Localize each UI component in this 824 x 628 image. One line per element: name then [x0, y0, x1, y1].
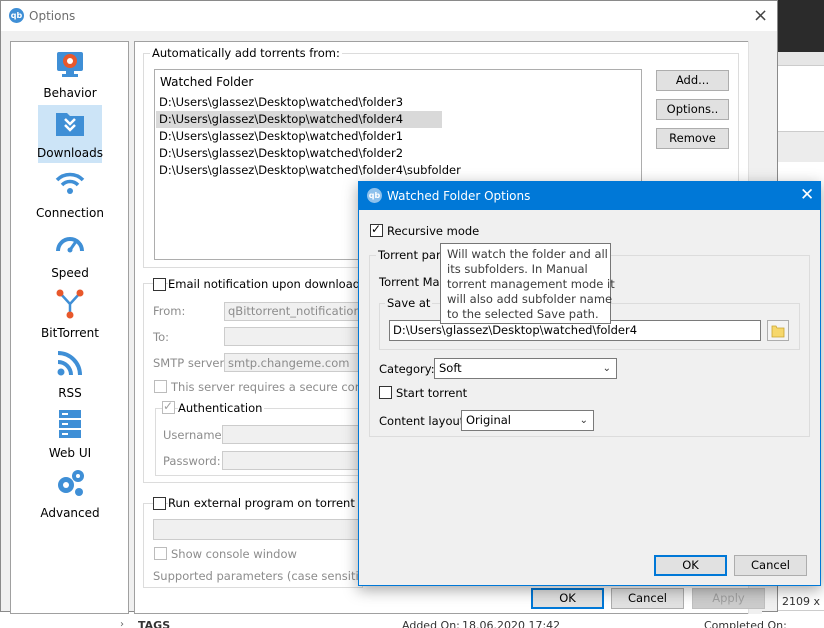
- qbittorrent-logo-icon: qb: [9, 8, 24, 23]
- password-field[interactable]: [222, 451, 362, 470]
- sidebar-item-label: Web UI: [48, 446, 92, 460]
- smtp-server-value: smtp.changeme.com: [228, 356, 350, 370]
- added-on-label: Added On:: [402, 619, 460, 628]
- sidebar-item-label: Speed: [51, 266, 89, 280]
- window-title: Options: [29, 9, 76, 23]
- ok-button[interactable]: OK: [531, 588, 604, 609]
- dialog-ok-button[interactable]: OK: [654, 555, 727, 576]
- dialog-title: Watched Folder Options: [387, 189, 531, 203]
- secure-connection-checkbox[interactable]: [154, 380, 167, 393]
- sidebar-item-label: Advanced: [40, 506, 100, 520]
- category-value: Soft: [439, 361, 462, 375]
- recursive-mode-checkbox[interactable]: [370, 222, 383, 237]
- background-size-text: 2109 x 2: [782, 595, 824, 608]
- list-item[interactable]: D:\Users\glassez\Desktop\watched\folder3: [156, 94, 442, 111]
- tooltip-line: will also add subfolder name: [447, 292, 613, 306]
- tooltip-line: its subfolders. In Manual: [447, 262, 588, 276]
- category-select[interactable]: Soft ⌄: [434, 358, 617, 379]
- save-path-value: D:\Users\glassez\Desktop\watched\folder4: [393, 323, 638, 337]
- background-band: [778, 52, 824, 66]
- sidebar-item-bittorrent[interactable]: BitTorrent: [12, 284, 128, 344]
- watched-folder-options-dialog: qb Watched Folder Options ✕ Recursive mo…: [358, 181, 821, 586]
- sidebar-item-label: Downloads: [37, 146, 103, 160]
- chevron-down-icon: ⌄: [602, 363, 611, 374]
- external-program-field[interactable]: [153, 519, 363, 540]
- dialog-close-icon[interactable]: ✕: [800, 185, 814, 205]
- watched-folder-header: Watched Folder: [160, 75, 254, 89]
- options-sidebar: Behavior Downloads Connection Speed BitT…: [10, 41, 129, 614]
- sidebar-item-label: Connection: [36, 206, 104, 220]
- apply-button[interactable]: Apply: [692, 588, 765, 609]
- show-console-checkbox[interactable]: [154, 547, 167, 560]
- supported-params-label: Supported parameters (case sensitive):: [153, 569, 381, 583]
- behavior-monitor-icon: [57, 52, 83, 77]
- list-item-selected[interactable]: D:\Users\glassez\Desktop\watched\folder4: [156, 111, 442, 128]
- options-button[interactable]: Options..: [656, 99, 729, 120]
- background-grey: [778, 132, 824, 162]
- tags-chevron-icon: ›: [120, 619, 124, 628]
- background-panel: [778, 66, 824, 132]
- recursive-mode-tooltip: Will watch the folder and all its subfol…: [440, 243, 615, 324]
- list-item[interactable]: D:\Users\glassez\Desktop\watched\folder2: [156, 145, 442, 162]
- chevron-down-icon: ⌄: [579, 415, 588, 426]
- background-dark-header: [778, 0, 824, 52]
- sidebar-item-speed[interactable]: Speed: [12, 224, 128, 284]
- category-label: Category:: [379, 362, 435, 376]
- sidebar-item-connection[interactable]: Connection: [12, 164, 128, 224]
- dialog-title-bar: qb Watched Folder Options ✕: [359, 182, 820, 210]
- bittorrent-icon: [56, 289, 84, 319]
- list-item[interactable]: D:\Users\glassez\Desktop\watched\folder4…: [156, 162, 461, 179]
- start-torrent-label: Start torrent: [396, 386, 468, 400]
- email-notification-checkbox[interactable]: [153, 278, 166, 291]
- to-field[interactable]: [224, 327, 364, 346]
- auto-add-group-title: Automatically add torrents from:: [150, 46, 342, 60]
- content-layout-label: Content layout:: [379, 414, 469, 428]
- sidebar-item-label: BitTorrent: [41, 326, 99, 340]
- tooltip-line: torrent management mode it: [447, 277, 615, 291]
- speedometer-icon: [56, 237, 84, 253]
- sidebar-item-label: RSS: [58, 386, 82, 400]
- tags-label: TAGS: [138, 619, 171, 628]
- added-on-value: 18.06.2020 17:42: [462, 619, 561, 628]
- downloads-folder-icon: [56, 113, 84, 136]
- list-item[interactable]: D:\Users\glassez\Desktop\watched\folder1: [156, 128, 442, 145]
- remove-button[interactable]: Remove: [656, 128, 729, 149]
- add-button[interactable]: Add...: [656, 70, 729, 91]
- tooltip-line: to the selected Save path.: [447, 307, 599, 321]
- browse-folder-button[interactable]: [767, 320, 789, 341]
- cancel-button[interactable]: Cancel: [611, 588, 684, 609]
- completed-on-label: Completed On:: [704, 619, 787, 628]
- content-layout-select[interactable]: Original ⌄: [461, 410, 594, 431]
- folder-icon: [771, 325, 785, 338]
- start-torrent-checkbox[interactable]: [379, 386, 392, 399]
- password-label: Password:: [163, 454, 221, 468]
- authentication-checkbox[interactable]: [162, 399, 175, 414]
- sidebar-item-downloads[interactable]: Downloads: [12, 104, 128, 164]
- qbittorrent-logo-icon: qb: [367, 188, 382, 203]
- sidebar-item-advanced[interactable]: Advanced: [12, 464, 128, 524]
- to-label: To:: [153, 330, 169, 344]
- content-layout-value: Original: [466, 413, 512, 427]
- show-console-label: Show console window: [171, 547, 297, 561]
- sidebar-item-label: Behavior: [43, 86, 97, 100]
- recursive-mode-label: Recursive mode: [387, 224, 480, 238]
- wifi-icon: [55, 172, 85, 194]
- username-label: Username:: [163, 428, 226, 442]
- close-icon[interactable]: ×: [753, 5, 768, 26]
- rss-icon: [57, 351, 82, 376]
- username-field[interactable]: [222, 425, 362, 444]
- sidebar-item-rss[interactable]: RSS: [12, 344, 128, 404]
- save-at-label: Save at: [385, 296, 433, 310]
- smtp-server-label: SMTP server:: [153, 356, 228, 370]
- title-bar: qb Options ×: [1, 1, 777, 31]
- run-external-checkbox[interactable]: [153, 497, 166, 510]
- sidebar-item-behavior[interactable]: Behavior: [12, 44, 128, 104]
- tooltip-line: Will watch the folder and all: [447, 247, 608, 261]
- sidebar-item-webui[interactable]: Web UI: [12, 404, 128, 464]
- server-icon: [59, 410, 81, 438]
- authentication-label: Authentication: [178, 401, 265, 415]
- dialog-cancel-button[interactable]: Cancel: [734, 555, 807, 576]
- from-label: From:: [153, 304, 186, 318]
- gears-icon: [58, 470, 84, 496]
